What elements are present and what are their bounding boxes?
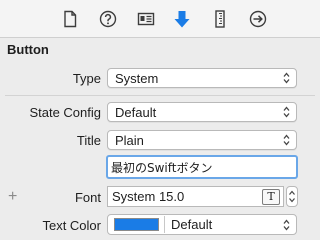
state-config-popup-value: Default [115, 105, 157, 120]
type-popup-value: System [115, 71, 159, 86]
title-mode-popup[interactable]: Plain [107, 130, 297, 150]
attributes-inspector-icon[interactable] [172, 9, 192, 29]
text-color-popup[interactable]: Default [107, 214, 297, 235]
color-swatch [114, 218, 159, 231]
state-config-popup[interactable]: Default [107, 102, 297, 122]
popup-arrows-icon [283, 134, 290, 146]
type-label: Type [72, 71, 101, 86]
file-inspector-icon[interactable] [60, 9, 80, 29]
divider [164, 216, 165, 233]
font-label: Font [74, 190, 101, 205]
inspector-tab-bar [0, 0, 320, 38]
popup-arrows-icon [283, 106, 290, 118]
connections-inspector-icon[interactable] [248, 9, 268, 29]
popup-arrows-icon [283, 72, 290, 84]
title-text-field[interactable] [106, 155, 298, 179]
font-value: System 15.0 [112, 189, 185, 204]
divider [5, 95, 315, 96]
state-config-label: State Config [29, 105, 101, 120]
title-mode-popup-value: Plain [115, 133, 144, 148]
font-field[interactable]: System 15.0 T [107, 186, 284, 207]
title-label: Title [76, 133, 101, 148]
stepper-arrows-icon [289, 190, 295, 203]
font-picker-icon[interactable]: T [262, 189, 280, 205]
text-color-label: Text Color [42, 218, 101, 233]
text-color-value: Default [171, 217, 213, 232]
popup-arrows-icon [283, 219, 290, 231]
identity-inspector-icon[interactable] [136, 9, 156, 29]
title-text-input[interactable] [111, 159, 291, 176]
section-title: Button [7, 42, 49, 57]
type-popup[interactable]: System [107, 68, 297, 88]
size-inspector-icon[interactable] [210, 9, 230, 29]
quick-help-icon[interactable] [98, 9, 118, 29]
font-size-stepper[interactable] [286, 186, 298, 207]
